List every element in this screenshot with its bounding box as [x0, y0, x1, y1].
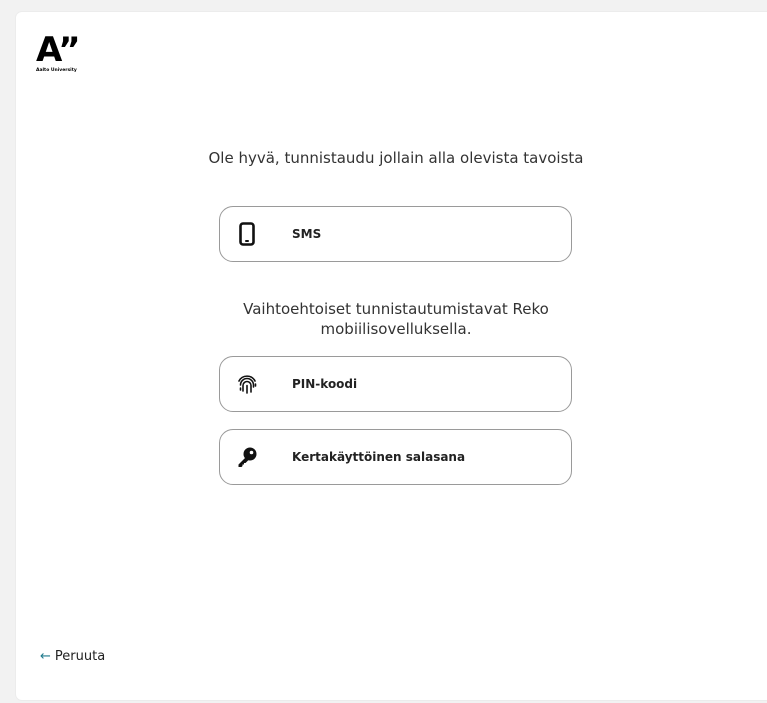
auth-prompt-heading: Ole hyvä, tunnistaudu jollain alla olevi…	[208, 149, 584, 167]
login-card: A” Aalto University Ole hyvä, tunnistaud…	[16, 12, 767, 700]
key-icon	[236, 444, 258, 470]
sms-method-label: SMS	[292, 227, 322, 241]
fingerprint-icon	[236, 371, 258, 397]
one-time-password-method-button[interactable]: Kertakäyttöinen salasana	[219, 429, 572, 485]
pin-method-label: PIN-koodi	[292, 377, 358, 391]
alternative-methods-heading: Vaihtoehtoiset tunnistautumistavat Reko …	[243, 300, 549, 338]
cancel-link[interactable]: ← Peruuta	[40, 649, 105, 664]
logo-mark: A”	[36, 30, 81, 70]
arrow-left-icon: ←	[40, 649, 51, 664]
sms-method-button[interactable]: SMS	[219, 206, 572, 262]
one-time-password-method-label: Kertakäyttöinen salasana	[292, 450, 466, 464]
aalto-logo: A” Aalto University	[36, 30, 81, 74]
cancel-label: Peruuta	[54, 649, 106, 664]
phone-icon	[236, 221, 258, 247]
pin-method-button[interactable]: PIN-koodi	[219, 356, 572, 412]
logo-subtitle: Aalto University	[36, 68, 77, 73]
